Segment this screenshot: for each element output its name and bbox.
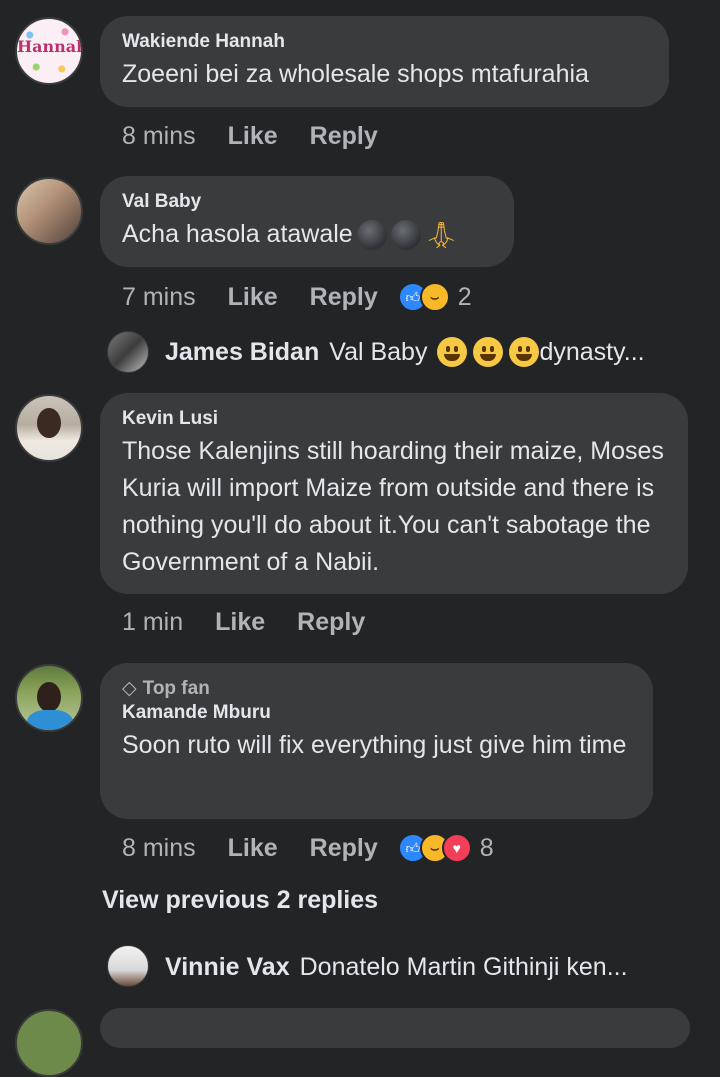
comment-bubble: Wakiende Hannah Zoeeni bei za wholesale … bbox=[100, 16, 669, 107]
top-fan-label: Top fan bbox=[142, 678, 210, 699]
avatar-next-commenter[interactable] bbox=[15, 1009, 83, 1077]
reply-author: Vinnie Vax bbox=[165, 952, 290, 981]
reply-text: Donatelo Martin Githinji ken... bbox=[299, 952, 628, 981]
comment-time: 1 min bbox=[122, 607, 184, 636]
grinning-face-icon bbox=[473, 337, 504, 367]
comment-bubble: Val Baby Acha hasola atawale 🙏︎ bbox=[100, 176, 514, 267]
reply-author: James Bidan bbox=[165, 337, 320, 366]
comment-author[interactable]: Kevin Lusi bbox=[122, 407, 666, 431]
like-button[interactable]: Like bbox=[228, 122, 278, 151]
reply-button[interactable]: Reply bbox=[310, 834, 378, 863]
avatar-val-baby[interactable] bbox=[15, 177, 83, 245]
comment-author[interactable]: Kamande Mburu bbox=[122, 701, 631, 725]
comment-actions: 7 mins Like Reply 👍︎ ⌣ 2 bbox=[122, 277, 472, 317]
new-moon-face-icon bbox=[390, 220, 421, 251]
reply-preview[interactable]: Vinnie Vax Donatelo Martin Githinji ken.… bbox=[165, 947, 628, 987]
comment-text: Soon ruto will fix everything just give … bbox=[122, 731, 627, 759]
comment-time: 8 mins bbox=[122, 121, 196, 150]
comment-text: Zoeeni bei za wholesale shops mtafurahia bbox=[122, 60, 589, 88]
comment-actions: 1 min Like Reply bbox=[122, 602, 397, 642]
reaction-summary[interactable]: 👍︎ ⌣ ♥ 8 bbox=[397, 833, 494, 863]
avatar-face bbox=[37, 408, 61, 438]
avatar-vinnie-vax[interactable] bbox=[107, 945, 149, 987]
avatar-label: Hannah bbox=[17, 37, 83, 56]
new-moon-face-icon bbox=[356, 220, 387, 251]
reaction-count: 2 bbox=[457, 282, 472, 311]
avatar-kevin-lusi[interactable] bbox=[15, 394, 83, 462]
top-fan-badge: ◇ Top fan bbox=[122, 677, 631, 701]
view-previous-replies-link[interactable]: View previous 2 replies bbox=[102, 886, 378, 915]
haha-reaction-icon: ⌣ bbox=[419, 282, 450, 312]
comment-author[interactable]: Wakiende Hannah bbox=[122, 30, 647, 54]
like-button[interactable]: Like bbox=[228, 283, 278, 312]
comment-bubble-partial bbox=[100, 1008, 690, 1048]
reply-text-end: dynasty... bbox=[539, 337, 645, 366]
avatar-james-bidan[interactable] bbox=[107, 331, 149, 373]
grinning-face-icon bbox=[437, 337, 468, 367]
comment-actions: 8 mins Like Reply bbox=[122, 116, 410, 156]
avatar-wakiende-hannah[interactable]: Hannah bbox=[15, 17, 83, 85]
grinning-face-icon bbox=[509, 337, 540, 367]
avatar-kamande-mburu[interactable] bbox=[15, 664, 83, 732]
reply-button[interactable]: Reply bbox=[310, 283, 378, 312]
reply-preview[interactable]: James Bidan Val Baby dynasty... bbox=[165, 332, 645, 372]
comment-text: Those Kalenjins still hoarding their mai… bbox=[122, 437, 664, 576]
avatar-face bbox=[37, 682, 61, 712]
reply-text: Val Baby bbox=[329, 337, 428, 366]
avatar-shirt bbox=[27, 710, 73, 730]
comment-text: Acha hasola atawale bbox=[122, 220, 353, 248]
folded-hands-icon: 🙏︎ bbox=[424, 219, 458, 250]
comment-bubble: ◇ Top fan Kamande Mburu Soon ruto will f… bbox=[100, 663, 653, 819]
comment-time: 7 mins bbox=[122, 282, 196, 311]
comment-actions: 8 mins Like Reply 👍︎ ⌣ ♥ 8 bbox=[122, 828, 494, 868]
comment-bubble: Kevin Lusi Those Kalenjins still hoardin… bbox=[100, 393, 688, 594]
diamond-icon: ◇ bbox=[122, 678, 137, 699]
like-button[interactable]: Like bbox=[215, 608, 265, 637]
like-button[interactable]: Like bbox=[228, 834, 278, 863]
comment-time: 8 mins bbox=[122, 833, 196, 862]
reaction-count: 8 bbox=[479, 833, 494, 862]
reaction-summary[interactable]: 👍︎ ⌣ 2 bbox=[397, 282, 472, 312]
comment-author[interactable]: Val Baby bbox=[122, 190, 492, 214]
reply-button[interactable]: Reply bbox=[310, 122, 378, 151]
love-reaction-icon: ♥ bbox=[441, 833, 472, 863]
comment-text-row: Acha hasola atawale 🙏︎ bbox=[122, 216, 492, 254]
reply-button[interactable]: Reply bbox=[297, 608, 365, 637]
